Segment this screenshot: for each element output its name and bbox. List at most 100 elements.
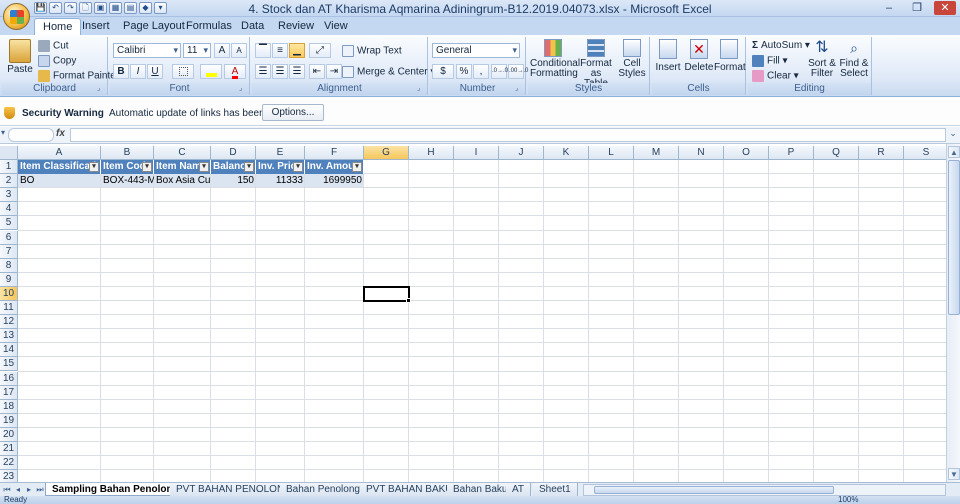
tab-review[interactable]: Review (270, 18, 322, 35)
fill-button[interactable]: Fill ▾ (752, 55, 788, 67)
horizontal-scrollbar[interactable] (583, 484, 946, 496)
sheet-tab-pvt-bahan-baku[interactable]: PVT BAHAN BAKU (360, 483, 460, 496)
fill-handle[interactable] (406, 298, 411, 303)
expand-formula-icon[interactable]: ⌄ (948, 128, 958, 142)
delete-button[interactable]: ✕ Delete (684, 39, 714, 73)
column-header[interactable]: H (409, 146, 454, 160)
chevron-down-icon[interactable]: ▾ (1, 128, 5, 137)
grow-font-button[interactable]: A (214, 43, 230, 58)
column-header[interactable]: M (634, 146, 679, 160)
dialog-launcher-icon[interactable]: ⌟ (239, 85, 247, 93)
tab-view[interactable]: View (316, 18, 356, 35)
last-sheet-icon[interactable]: ⏭ (35, 484, 45, 496)
wrap-text-button[interactable]: Wrap Text (342, 45, 402, 57)
column-header[interactable]: O (724, 146, 769, 160)
currency-button[interactable]: $ (432, 64, 454, 79)
format-as-table-button[interactable]: Format as Table (578, 39, 614, 89)
name-box[interactable] (8, 128, 54, 142)
vertical-scroll-thumb[interactable] (948, 160, 960, 315)
borders-button[interactable] (172, 64, 194, 79)
table-data-cell[interactable]: BOX-443-MI (101, 174, 154, 188)
table-header-cell[interactable]: Inv. Amou ▾ (305, 160, 364, 174)
formula-input[interactable] (70, 128, 946, 142)
font-color-button[interactable]: A (224, 64, 246, 79)
column-header[interactable]: G (364, 146, 409, 160)
row-header[interactable]: 17 (0, 385, 18, 400)
zoom-level[interactable]: 100% (838, 495, 858, 504)
horizontal-scroll-thumb[interactable] (594, 486, 834, 494)
orientation-icon[interactable]: ⤢ (309, 43, 331, 58)
options-button[interactable]: Options... (262, 104, 324, 121)
table-header-cell[interactable]: Item Nam ▾ (154, 160, 211, 174)
row-header[interactable]: 19 (0, 413, 18, 428)
format-button[interactable]: Format (714, 39, 746, 73)
row-header[interactable]: 8 (0, 258, 18, 273)
close-button[interactable]: ✕ (934, 1, 956, 15)
increase-indent-icon[interactable]: ⇥ (326, 64, 342, 79)
sort-filter-button[interactable]: ⇅ Sort & Filter (806, 39, 838, 79)
select-all-corner[interactable] (0, 146, 18, 160)
column-header[interactable]: B (101, 146, 154, 160)
column-header[interactable]: E (256, 146, 305, 160)
minimize-button[interactable]: – (878, 1, 900, 15)
filter-dropdown-icon[interactable]: ▾ (352, 162, 362, 172)
align-right-icon[interactable]: ☰ (289, 64, 305, 79)
table-data-cell[interactable]: 1699950 (305, 174, 364, 188)
column-header[interactable]: A (18, 146, 101, 160)
row-header[interactable]: 6 (0, 230, 18, 245)
active-cell-selection[interactable] (363, 285, 410, 302)
align-top-icon[interactable]: ▔ (255, 43, 271, 58)
comma-button[interactable]: , (473, 64, 489, 79)
row-header[interactable]: 4 (0, 202, 18, 217)
align-center-icon[interactable]: ☰ (272, 64, 288, 79)
table-header-cell[interactable]: Item Classificati ▾ (18, 160, 101, 174)
column-header[interactable]: Q (814, 146, 859, 160)
column-header[interactable]: D (211, 146, 256, 160)
row-header[interactable]: 3 (0, 188, 18, 203)
decrease-decimal-button[interactable]: .00→.0 (508, 64, 528, 79)
number-format-combo[interactable]: General (432, 43, 520, 58)
tab-formulas[interactable]: Formulas (178, 18, 240, 35)
cut-button[interactable]: Cut (38, 40, 69, 52)
row-header[interactable]: 22 (0, 456, 18, 471)
paste-button[interactable]: Paste (6, 39, 34, 75)
fill-color-button[interactable] (200, 64, 222, 79)
autosum-button[interactable]: Σ AutoSum ▾ (752, 40, 810, 51)
column-header[interactable]: R (859, 146, 904, 160)
row-header[interactable]: 9 (0, 272, 18, 287)
row-header[interactable]: 13 (0, 329, 18, 344)
bold-button[interactable]: B (113, 64, 129, 79)
sheet-tab-bahan-baku[interactable]: Bahan Baku (447, 483, 515, 496)
row-header[interactable]: 21 (0, 442, 18, 457)
fx-icon[interactable]: fx (56, 128, 65, 139)
row-header[interactable]: 10 (0, 286, 18, 301)
row-header[interactable]: 11 (0, 301, 18, 316)
sheet-tab-sampling-bahan-penolong[interactable]: Sampling Bahan Penolong (45, 483, 186, 496)
sheet-tab-bahan-penolong[interactable]: Bahan Penolong (280, 483, 367, 496)
office-button[interactable] (3, 3, 30, 30)
table-data-cell[interactable]: 150 (211, 174, 256, 188)
row-header[interactable]: 20 (0, 427, 18, 442)
row-header[interactable]: 14 (0, 343, 18, 358)
dialog-launcher-icon[interactable]: ⌟ (515, 85, 523, 93)
table-data-cell[interactable]: Box Asia Cur (154, 174, 211, 188)
increase-decimal-button[interactable]: .0→.00 (491, 64, 511, 79)
column-header[interactable]: C (154, 146, 211, 160)
align-middle-icon[interactable]: ≡ (272, 43, 288, 58)
restore-button[interactable]: ❐ (906, 1, 928, 15)
copy-button[interactable]: Copy (38, 55, 76, 67)
underline-button[interactable]: U (147, 64, 163, 79)
worksheet-grid[interactable]: A B C D E F G H I J K L M N O P Q R S 1 2 3 4 5 6 7 8 9 10 11 12 13 14 15… (0, 146, 946, 482)
conditional-formatting-button[interactable]: Conditional Formatting (530, 39, 580, 79)
filter-dropdown-icon[interactable]: ▾ (89, 162, 99, 172)
font-size-combo[interactable]: 11 (183, 43, 211, 58)
column-header[interactable]: I (454, 146, 499, 160)
column-header[interactable]: K (544, 146, 589, 160)
format-painter-button[interactable]: Format Painter (38, 70, 119, 82)
find-select-button[interactable]: ⌕ Find & Select (838, 39, 870, 79)
insert-button[interactable]: Insert (654, 39, 682, 73)
row-header[interactable]: 18 (0, 399, 18, 414)
row-header[interactable]: 23 (0, 470, 18, 482)
filter-dropdown-icon[interactable]: ▾ (293, 162, 303, 172)
decrease-indent-icon[interactable]: ⇤ (309, 64, 325, 79)
